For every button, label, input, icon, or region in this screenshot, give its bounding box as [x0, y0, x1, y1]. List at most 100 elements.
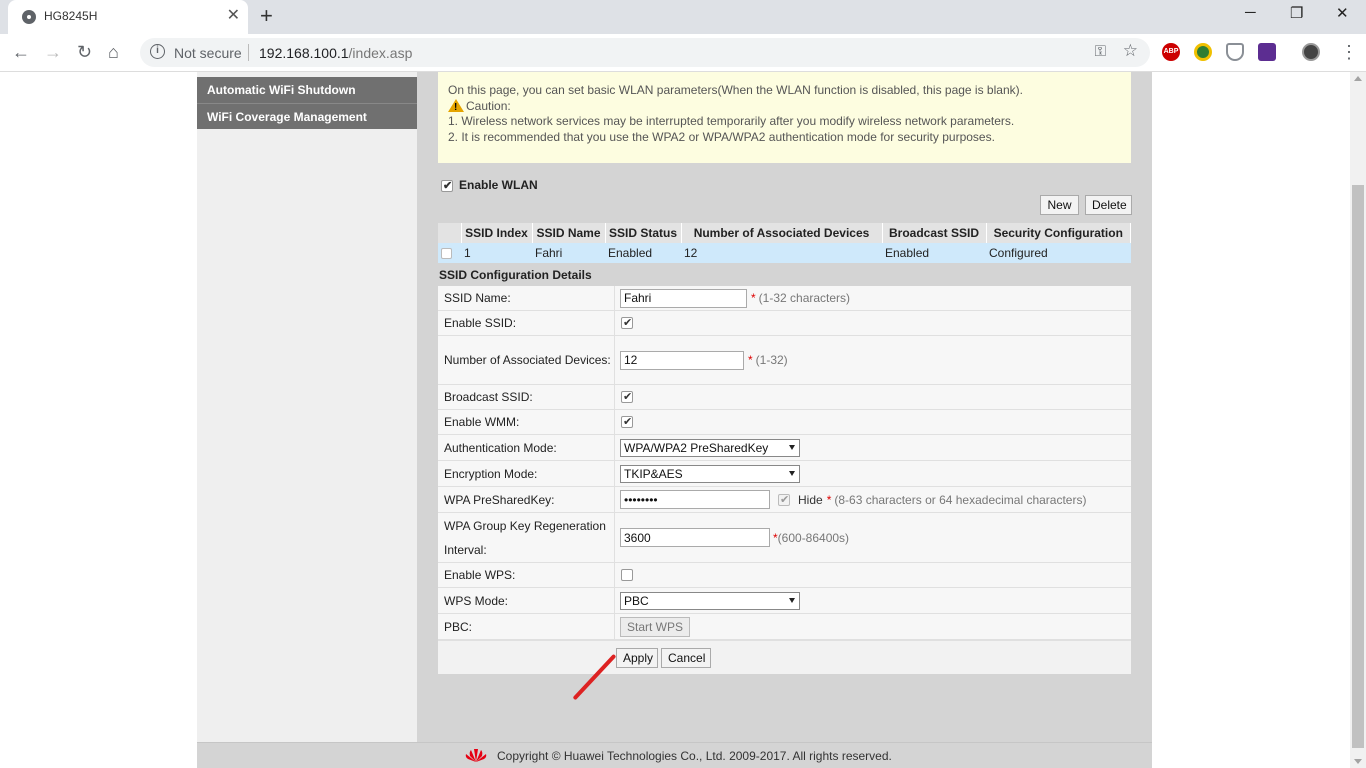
- adblock-icon[interactable]: ABP: [1162, 43, 1180, 61]
- enable-ssid-row: Enable SSID:: [438, 311, 1131, 336]
- scroll-down-arrow-icon[interactable]: [1354, 759, 1362, 764]
- browser-menu-icon[interactable]: ⋮: [1340, 42, 1358, 62]
- rekey-interval-input[interactable]: [620, 528, 770, 547]
- main-content: On this page, you can set basic WLAN par…: [417, 72, 1152, 742]
- sidebar-item-wifi-coverage-management[interactable]: WiFi Coverage Management: [197, 103, 417, 129]
- action-bar: Apply Cancel: [438, 640, 1131, 674]
- caution-label: Caution:: [466, 98, 511, 113]
- rekey-interval-hint: (600-86400s): [777, 530, 850, 545]
- info-icon[interactable]: i: [150, 44, 165, 59]
- window-close-icon[interactable]: ✕: [1336, 4, 1349, 22]
- reload-icon[interactable]: ↻: [77, 42, 92, 62]
- tab-close-icon[interactable]: ✕: [227, 7, 240, 25]
- associated-devices-hint: (1-32): [755, 353, 788, 367]
- start-wps-button[interactable]: Start WPS: [620, 616, 691, 637]
- wps-mode-value: PBC: [624, 593, 649, 608]
- address-bar[interactable]: i Not secure 192.168.100.1/index.asp ⚿ ☆: [140, 38, 1150, 67]
- url-host: 192.168.100.1: [259, 45, 349, 61]
- extension-globe-icon[interactable]: [1194, 43, 1212, 61]
- enable-wps-label: Enable WPS:: [438, 563, 615, 587]
- ssid-name-label: SSID Name:: [438, 286, 615, 310]
- table-row[interactable]: 1 Fahri Enabled 12 Enabled Configured: [438, 243, 1131, 263]
- enable-wlan-checkbox[interactable]: [441, 179, 453, 192]
- new-tab-icon[interactable]: +: [260, 4, 273, 28]
- scrollbar-thumb[interactable]: [1352, 185, 1364, 748]
- ssid-config-form: SSID Name: * (1-32 characters) Enable SS…: [438, 286, 1131, 640]
- notice-line1: On this page, you can set basic WLAN par…: [448, 83, 1023, 97]
- authentication-mode-row: Authentication Mode: WPA/WPA2 PreSharedK…: [438, 435, 1131, 461]
- maximize-icon[interactable]: ❐: [1290, 4, 1303, 22]
- bookmark-star-icon[interactable]: ☆: [1123, 41, 1138, 61]
- pbc-value-cell: Start WPS: [616, 614, 1131, 639]
- browser-tab[interactable]: HG8245H ✕: [8, 0, 248, 34]
- row-select-cell[interactable]: [438, 243, 461, 263]
- left-sidebar: Automatic WiFi Shutdown WiFi Coverage Ma…: [197, 72, 417, 742]
- dropdown-arrow-icon: [789, 470, 795, 476]
- enable-wps-row: Enable WPS:: [438, 563, 1131, 588]
- enable-wlan-label: Enable WLAN: [459, 178, 538, 192]
- pbc-row: PBC: Start WPS: [438, 614, 1131, 640]
- psk-hint: (8-63 characters or 64 hexadecimal chara…: [834, 492, 1087, 507]
- notice-line3: 2. It is recommended that you use the WP…: [448, 129, 995, 144]
- extension-purple-icon[interactable]: [1258, 43, 1276, 61]
- key-icon[interactable]: ⚿: [1095, 43, 1106, 60]
- enable-wps-checkbox[interactable]: [621, 569, 633, 581]
- scroll-up-arrow-icon[interactable]: [1354, 76, 1362, 81]
- broadcast-ssid-label: Broadcast SSID:: [438, 385, 615, 409]
- broadcast-ssid-checkbox[interactable]: [621, 390, 633, 403]
- psk-input[interactable]: [620, 490, 770, 509]
- hide-psk-checkbox[interactable]: [778, 493, 790, 506]
- url-text[interactable]: 192.168.100.1/index.asp: [259, 45, 412, 61]
- authentication-mode-select[interactable]: WPA/WPA2 PreSharedKey: [620, 438, 800, 457]
- dropdown-arrow-icon: [789, 597, 795, 603]
- forward-icon[interactable]: →: [44, 42, 62, 62]
- associated-devices-input[interactable]: [620, 350, 744, 370]
- config-section-title: SSID Configuration Details: [439, 268, 592, 282]
- page-footer: Copyright © Huawei Technologies Co., Ltd…: [197, 742, 1152, 768]
- required-mark: *: [751, 291, 756, 305]
- encryption-mode-value-cell: TKIP&AES: [616, 461, 1131, 486]
- authentication-mode-value-cell: WPA/WPA2 PreSharedKey: [616, 435, 1131, 460]
- delete-button[interactable]: Delete: [1085, 195, 1132, 215]
- rekey-interval-row: WPA Group Key Regeneration Interval: * (…: [438, 513, 1131, 563]
- notice-line2: 1. Wireless network services may be inte…: [448, 114, 1015, 128]
- warning-icon: [448, 98, 464, 115]
- copyright-text: Copyright © Huawei Technologies Co., Ltd…: [497, 749, 892, 763]
- new-button[interactable]: New: [1040, 195, 1079, 215]
- cell-ssid-status: Enabled: [605, 243, 681, 263]
- back-icon[interactable]: ←: [12, 42, 30, 62]
- rekey-interval-value-cell: * (600-86400s): [616, 513, 1131, 562]
- associated-devices-label: Number of Associated Devices:: [438, 336, 615, 384]
- dropdown-arrow-icon: [789, 444, 795, 450]
- authentication-mode-value: WPA/WPA2 PreSharedKey: [624, 440, 769, 455]
- wps-mode-select[interactable]: PBC: [620, 591, 800, 610]
- ssid-name-input[interactable]: [620, 288, 747, 308]
- enable-wmm-label: Enable WMM:: [438, 410, 615, 434]
- enable-ssid-value-cell: [616, 311, 1131, 335]
- home-icon[interactable]: ⌂: [108, 42, 119, 62]
- not-secure-label: Not secure: [174, 45, 242, 61]
- minimize-icon[interactable]: ─: [1245, 4, 1256, 21]
- cancel-button[interactable]: Cancel: [661, 648, 711, 668]
- profile-avatar[interactable]: [1302, 43, 1320, 61]
- enable-ssid-checkbox[interactable]: [621, 316, 633, 329]
- ssid-table: SSID Index SSID Name SSID Status Number …: [438, 223, 1131, 263]
- encryption-mode-row: Encryption Mode: TKIP&AES: [438, 461, 1131, 487]
- apply-button[interactable]: Apply: [616, 648, 658, 668]
- hide-psk-label: Hide: [798, 492, 823, 507]
- encryption-mode-select[interactable]: TKIP&AES: [620, 464, 800, 483]
- row-select-checkbox[interactable]: [441, 248, 452, 260]
- browser-tab-bar: HG8245H ✕ + ─ ❐ ✕: [0, 0, 1366, 34]
- required-mark: *: [826, 492, 832, 507]
- column-header-ssid-index: SSID Index: [461, 223, 533, 243]
- column-header-broadcast-ssid: Broadcast SSID: [882, 223, 987, 243]
- extension-shield-icon[interactable]: [1226, 43, 1244, 61]
- broadcast-ssid-value-cell: [616, 385, 1131, 409]
- select-column-header: [438, 223, 462, 243]
- page-scrollbar[interactable]: [1350, 72, 1366, 768]
- sidebar-item-automatic-wifi-shutdown[interactable]: Automatic WiFi Shutdown: [197, 77, 417, 103]
- enable-wmm-value-cell: [616, 410, 1131, 434]
- cell-broadcast-ssid: Enabled: [882, 243, 986, 263]
- enable-wmm-checkbox[interactable]: [621, 415, 633, 428]
- column-header-associated-devices: Number of Associated Devices: [681, 223, 883, 243]
